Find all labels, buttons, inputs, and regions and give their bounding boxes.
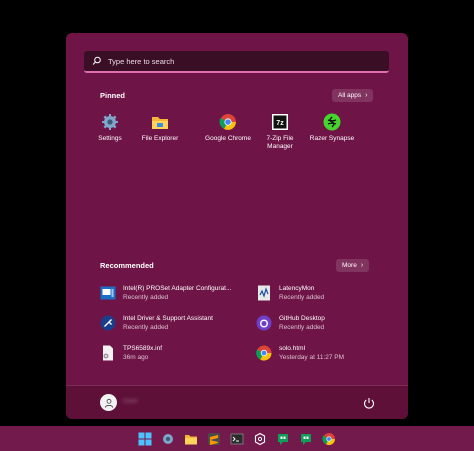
recommended-item-name: Intel(R) PROSet Adapter Configurat... xyxy=(123,285,232,292)
recommended-item-time: Recently added xyxy=(279,293,325,301)
chrome-file-icon xyxy=(256,345,272,361)
recommended-item-time: 36m ago xyxy=(123,353,149,361)
chatgpt-icon xyxy=(254,432,266,445)
pinned-app-razer-synapse[interactable]: Razer Synapse xyxy=(306,113,358,143)
recommended-item-time: Recently added xyxy=(279,323,325,331)
chrome-icon xyxy=(322,432,335,445)
pinned-app-label: Razer Synapse xyxy=(309,135,355,142)
chevron-right-icon: › xyxy=(360,262,364,269)
recommended-item-name: solo.html xyxy=(279,345,306,352)
pinned-app-label: Google Chrome xyxy=(205,135,251,142)
start-menu-footer: User xyxy=(66,385,408,419)
windows-start-icon xyxy=(138,432,152,445)
recommended-item-name: Intel Driver & Support Assistant xyxy=(123,315,213,322)
start-menu: Pinned All apps › Settings File Explorer xyxy=(66,33,408,419)
recommended-item-intel-proset[interactable]: Intel(R) PROSet Adapter Configurat... Re… xyxy=(100,285,250,307)
folder-icon xyxy=(152,117,168,129)
pinned-app-label: File Explorer xyxy=(141,135,179,142)
taskbar-sublime[interactable] xyxy=(205,430,223,448)
all-apps-label: All apps xyxy=(338,92,362,99)
recommended-item-name: GitHub Desktop xyxy=(279,315,325,322)
svg-text:7z: 7z xyxy=(276,120,284,127)
recommended-item-tps-inf[interactable]: TPS6589x.inf 36m ago xyxy=(100,345,250,367)
settings-icon xyxy=(102,114,118,130)
pinned-app-label: 7-Zip File Manager xyxy=(266,135,294,150)
recommended-item-github-desktop[interactable]: GitHub Desktop Recently added xyxy=(256,315,406,337)
recommended-item-name: LatencyMon xyxy=(279,285,315,292)
github-icon xyxy=(256,315,272,331)
taskbar-chatgpt[interactable] xyxy=(251,430,269,448)
search-input[interactable] xyxy=(108,56,368,66)
search-box[interactable] xyxy=(84,51,389,73)
intel-assistant-icon xyxy=(100,315,116,331)
hangouts-icon xyxy=(301,433,311,445)
pinned-app-file-explorer[interactable]: File Explorer xyxy=(134,113,186,143)
search-icon xyxy=(92,56,102,66)
user-name[interactable]: User xyxy=(123,398,138,405)
hangouts-icon xyxy=(278,433,288,445)
recommended-item-latencymon[interactable]: LatencyMon Recently added xyxy=(256,285,406,307)
recommended-item-time: Recently added xyxy=(123,323,169,331)
chevron-right-icon: › xyxy=(365,92,368,99)
pinned-app-settings[interactable]: Settings xyxy=(84,113,136,143)
taskbar-file-explorer[interactable] xyxy=(182,430,200,448)
recommended-item-time: Recently added xyxy=(123,293,169,301)
recommended-item-name: TPS6589x.inf xyxy=(123,345,163,352)
taskbar-chrome[interactable] xyxy=(320,430,338,448)
razer-icon xyxy=(323,113,341,131)
power-icon xyxy=(363,398,375,409)
all-apps-button[interactable]: All apps › xyxy=(332,89,374,102)
more-button[interactable]: More › xyxy=(336,259,370,272)
recommended-item-intel-dsa[interactable]: Intel Driver & Support Assistant Recentl… xyxy=(100,315,250,337)
pinned-title: Pinned xyxy=(100,91,126,100)
settings-icon xyxy=(163,433,173,444)
more-label: More xyxy=(342,262,357,269)
taskbar-terminal[interactable] xyxy=(228,430,246,448)
recommended-item-time: Yesterday at 11:27 PM xyxy=(279,353,345,361)
recommended-item-solo-html[interactable]: solo.html Yesterday at 11:27 PM xyxy=(256,345,406,367)
taskbar-start-button[interactable] xyxy=(136,430,154,448)
chrome-icon xyxy=(219,114,236,130)
file-explorer-icon xyxy=(185,434,197,444)
taskbar xyxy=(0,426,474,451)
pinned-app-google-chrome[interactable]: Google Chrome xyxy=(202,113,254,143)
pinned-app-7zip[interactable]: 7z 7-Zip File Manager xyxy=(254,113,306,151)
7zip-icon: 7z xyxy=(272,114,288,130)
taskbar-hangouts-1[interactable] xyxy=(274,430,292,448)
user-icon xyxy=(104,398,113,408)
latencymon-icon xyxy=(258,285,270,301)
recommended-title: Recommended xyxy=(100,261,154,270)
user-avatar[interactable] xyxy=(100,394,117,411)
power-button[interactable] xyxy=(362,396,376,410)
taskbar-settings[interactable] xyxy=(159,430,177,448)
terminal-icon xyxy=(230,433,244,444)
taskbar-hangouts-2[interactable] xyxy=(297,430,315,448)
sublime-icon xyxy=(208,432,220,445)
inf-file-icon xyxy=(103,345,113,361)
network-adapter-icon xyxy=(100,286,116,300)
pinned-app-label: Settings xyxy=(98,135,122,142)
pinned-apps-grid: Settings File Explorer Google Chrome 7z … xyxy=(84,113,384,163)
